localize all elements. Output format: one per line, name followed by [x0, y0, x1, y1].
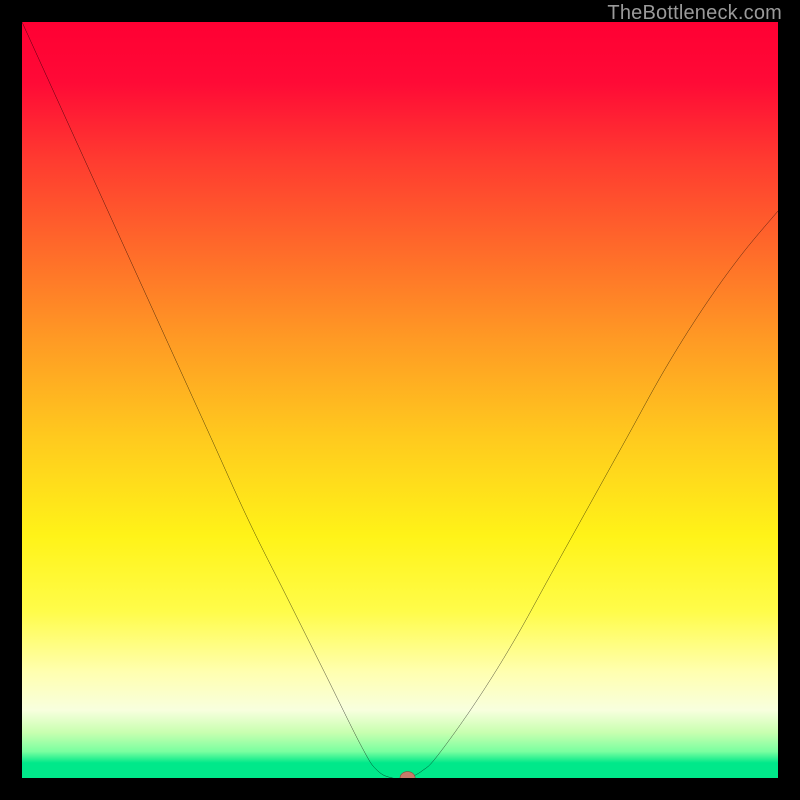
watermark-text: TheBottleneck.com	[607, 2, 782, 25]
curve-svg	[22, 22, 778, 778]
optimal-point-marker	[400, 772, 415, 778]
plot-area	[22, 22, 778, 778]
chart-frame: TheBottleneck.com	[0, 0, 800, 800]
bottleneck-curve-path	[22, 22, 778, 778]
